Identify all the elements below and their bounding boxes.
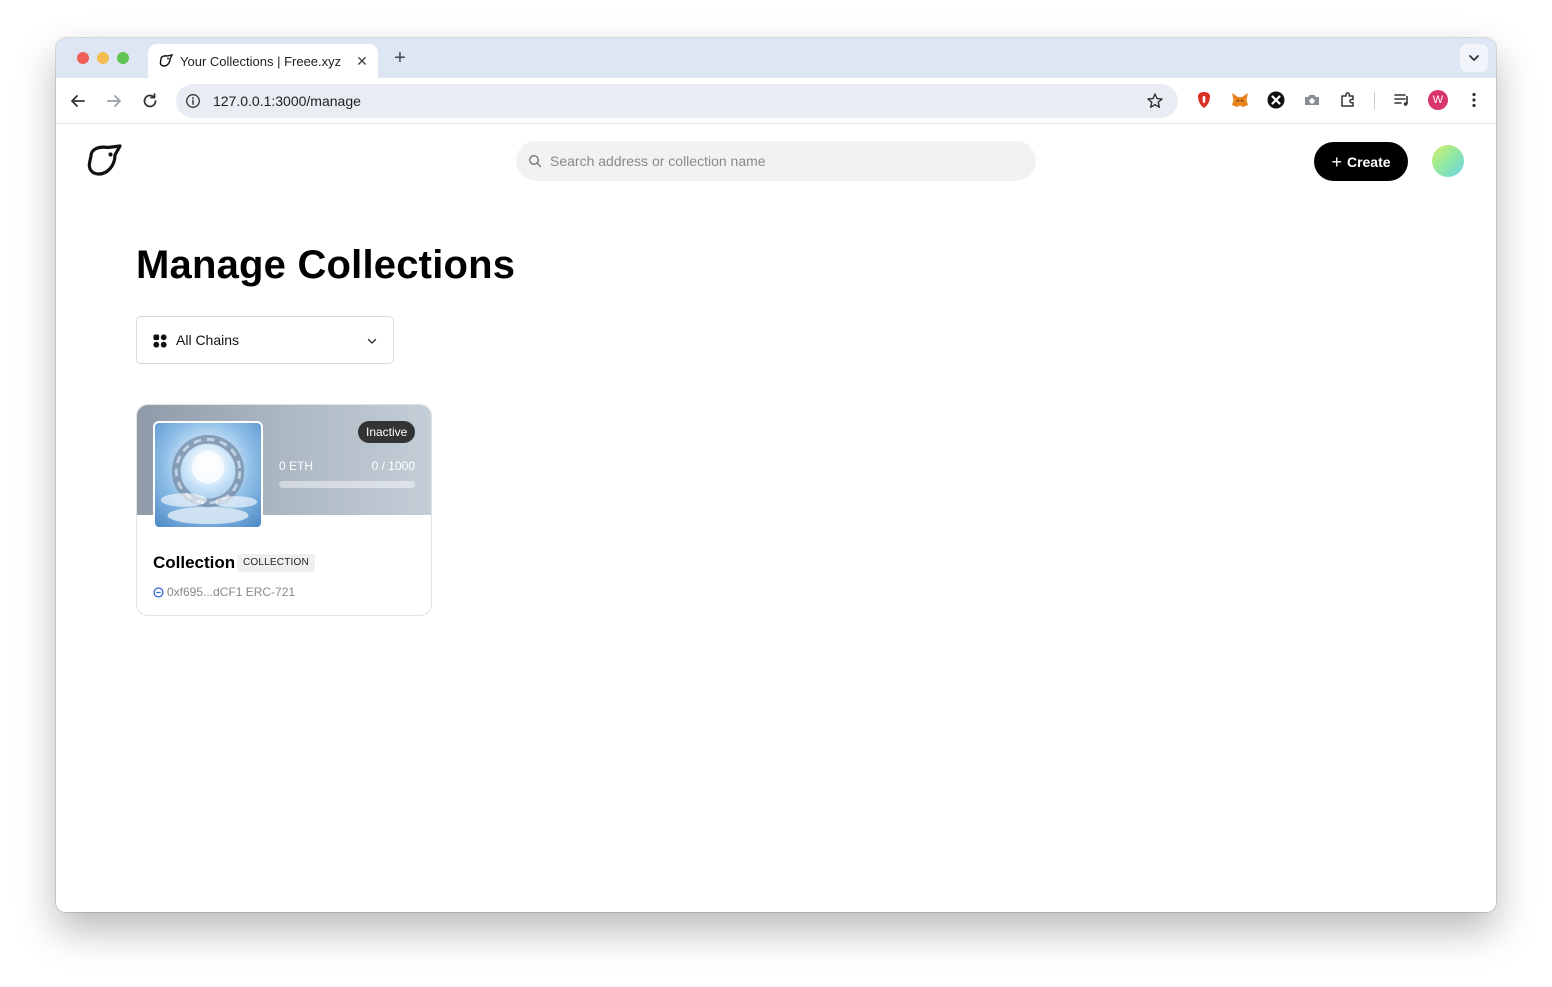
collection-name: Collection [153, 553, 236, 572]
ethereum-chain-icon [153, 587, 164, 598]
plus-icon: + [1331, 151, 1342, 172]
mint-price: 0 ETH [279, 459, 314, 473]
tab-active[interactable]: Your Collections | Freee.xyz ✕ [148, 44, 378, 78]
browser-window: Your Collections | Freee.xyz ✕ + 127.0.0… [56, 38, 1496, 912]
grid-icon [153, 334, 167, 348]
collection-type-badge: COLLECTION [237, 554, 315, 572]
chain-filter-dropdown[interactable]: All Chains [136, 316, 394, 364]
toolbar-divider [1374, 92, 1375, 110]
puzzle-extensions-icon[interactable] [1338, 90, 1358, 110]
bird-logo-icon [159, 54, 174, 67]
tab-strip: Your Collections | Freee.xyz ✕ + [56, 38, 1496, 78]
new-tab-button[interactable]: + [390, 48, 410, 68]
search-bar[interactable] [516, 141, 1036, 181]
user-avatar[interactable] [1432, 145, 1464, 177]
chain-filter-value: All Chains [176, 332, 240, 348]
portal-image [160, 435, 258, 525]
x-extension-icon[interactable] [1266, 90, 1286, 110]
site-info-icon[interactable] [185, 93, 201, 109]
address-bar[interactable]: 127.0.0.1:3000/manage [176, 84, 1178, 118]
shield-extension-icon[interactable] [1194, 90, 1214, 110]
close-window-button[interactable] [77, 52, 89, 64]
tab-title: Your Collections | Freee.xyz [180, 54, 342, 69]
search-icon [528, 154, 542, 168]
page-title: Manage Collections [136, 243, 516, 287]
profile-avatar[interactable]: W [1428, 90, 1448, 110]
forward-arrow-icon[interactable] [103, 90, 125, 112]
bird-logo-icon[interactable] [86, 143, 124, 177]
close-tab-icon[interactable]: ✕ [354, 53, 370, 69]
url-text: 127.0.0.1:3000/manage [213, 93, 361, 109]
tab-search-button[interactable] [1460, 44, 1488, 72]
collection-card[interactable]: Inactive 0 ETH 0 / 1000 Collection COLLE… [136, 404, 432, 616]
create-button-label: Create [1346, 153, 1391, 170]
camera-icon[interactable] [1302, 90, 1322, 110]
browser-toolbar: 127.0.0.1:3000/manage W [56, 78, 1496, 124]
maximize-window-button[interactable] [117, 52, 129, 64]
more-menu-icon[interactable] [1464, 90, 1484, 110]
back-arrow-icon[interactable] [67, 90, 89, 112]
chevron-down-icon [1469, 55, 1479, 61]
media-queue-icon[interactable] [1392, 90, 1412, 110]
minimize-window-button[interactable] [97, 52, 109, 64]
search-input[interactable] [550, 141, 1020, 181]
create-button[interactable]: + Create [1314, 142, 1408, 181]
reload-icon[interactable] [139, 90, 161, 112]
page-content: + Create Manage Collections All Chains I… [56, 125, 1496, 912]
contract-address[interactable]: 0xf695...dCF1 ERC-721 [167, 585, 295, 599]
fox-wallet-icon[interactable] [1230, 90, 1250, 110]
mint-supply: 0 / 1000 [371, 459, 415, 473]
mint-progress-bar [279, 481, 415, 488]
chevron-down-icon [367, 338, 377, 344]
collection-thumbnail [153, 421, 263, 529]
status-badge: Inactive [358, 421, 416, 443]
bookmark-star-icon[interactable] [1146, 92, 1164, 110]
